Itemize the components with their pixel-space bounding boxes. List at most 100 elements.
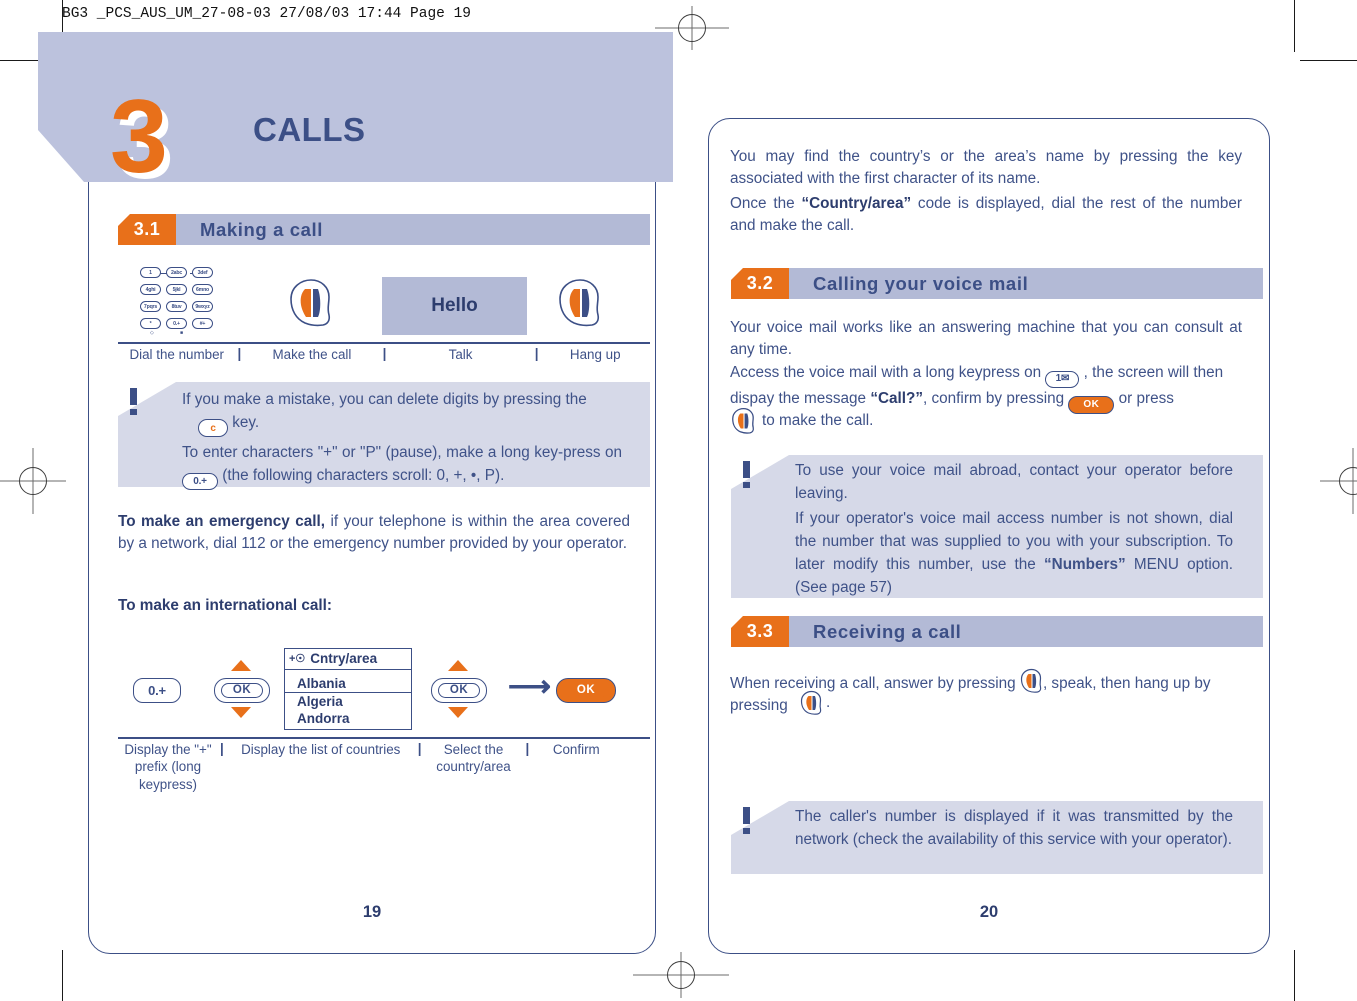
crop-mark-right-vertical: [1294, 0, 1295, 52]
right-intro-p2-a: Once the: [730, 195, 802, 212]
note-2-numbers-bold: “Numbers”: [1044, 555, 1126, 573]
intl-step-strip-labels: Display the "+" prefix (long keypress) |…: [118, 741, 650, 793]
emergency-call-bold: To make an emergency call,: [118, 513, 326, 530]
nav-down-arrow-icon: [448, 707, 468, 718]
country-area-menu-title-text: Cntry/area: [310, 651, 378, 666]
ok-button-2[interactable]: OK: [431, 678, 487, 703]
section-heading-3-2: 3.2 Calling your voice mail: [731, 268, 1263, 299]
voicemail-line2-a: Access the voice mail with a long keypre…: [730, 364, 1046, 381]
chapter-title: CALLS: [253, 111, 366, 148]
receiving-text-c: .: [826, 694, 831, 711]
ok-button-1-label: OK: [220, 682, 264, 699]
note-1-line2-a: To enter characters "+" or "P" (pause), …: [182, 444, 622, 462]
note-2-text: To use your voice mail abroad, contact y…: [795, 460, 1233, 600]
voicemail-paragraph: Your voice mail works like an answering …: [730, 317, 1242, 361]
note-1-line2-b: (the following characters scroll: 0, +, …: [218, 467, 505, 485]
plus-globe-icon: +☉: [289, 653, 306, 665]
intl-step-label-confirm: Confirm: [552, 742, 600, 757]
note-1-line1-b: key.: [228, 413, 260, 431]
zero-plus-key-label: 0.+: [193, 476, 207, 488]
zero-plus-key-button[interactable]: 0.+: [133, 678, 181, 703]
note-1-line1-a: If you make a mistake, you can delete di…: [182, 391, 587, 408]
international-call-heading: To make an international call:: [118, 595, 630, 617]
country-list-item[interactable]: Andorra: [285, 710, 411, 727]
nav-up-arrow-icon: [448, 660, 468, 671]
crop-mark-right-horizontal: [1300, 60, 1357, 61]
voicemail-paragraph-3: to make the call.: [762, 410, 1242, 432]
call-key-icon: [288, 277, 334, 334]
step-separator: |: [525, 741, 530, 756]
section-number-3-2: 3.2: [731, 268, 789, 299]
ok-confirm-button[interactable]: OK: [556, 678, 616, 703]
international-call-heading-text: To make an international call:: [118, 597, 332, 614]
zero-plus-key-icon: 0.+: [182, 473, 218, 491]
step-label-make-call: Make the call: [272, 347, 352, 362]
registration-mark-right: [1320, 448, 1357, 514]
chapter-number: 3: [110, 79, 168, 195]
right-intro-paragraph-1: You may find the country’s or the area’s…: [730, 146, 1242, 190]
receiving-text-a: When receiving a call, answer by pressin…: [730, 675, 1020, 692]
step-label-talk: Talk: [448, 347, 473, 362]
ok-button-2-label: OK: [437, 682, 481, 699]
note-bang-icon: [743, 807, 750, 834]
note-3-text: The caller's number is displayed if it w…: [795, 808, 1233, 848]
crop-mark-right-vertical-bottom: [1294, 950, 1295, 1001]
receiving-call-paragraph-end: .: [826, 692, 1226, 714]
ok-button-1[interactable]: OK: [214, 678, 270, 703]
right-arrow-icon: ⟶: [508, 670, 552, 703]
country-list-item-selected[interactable]: Albania: [285, 675, 411, 693]
registration-mark-bottom: [633, 952, 729, 998]
section-heading-3-1: 3.1 Making a call: [118, 214, 650, 245]
registration-mark-left: [0, 448, 66, 514]
voicemail-call-key-icon: [731, 407, 756, 440]
voicemail-line2-e: to make the call.: [762, 412, 874, 429]
intl-step-strip-rule: [118, 737, 650, 739]
answer-call-key-icon[interactable]: [1020, 668, 1043, 694]
section-number-3-1: 3.1: [118, 214, 176, 245]
screen-hello-text: Hello: [431, 295, 478, 316]
step-label-hang-up: Hang up: [569, 347, 621, 362]
clear-key-label: c: [210, 422, 216, 434]
country-list-item-label: Andorra: [297, 711, 350, 726]
note-bang-icon: [743, 461, 750, 488]
right-page-number-text: 20: [979, 903, 999, 921]
section-title-3-2: Calling your voice mail: [789, 268, 1263, 299]
country-area-menu-title: +☉ Cntry/area: [285, 649, 411, 670]
note-2-line1: To use your voice mail abroad, contact y…: [795, 462, 1233, 502]
voicemail-line1: Your voice mail works like an answering …: [730, 319, 1242, 359]
step-separator: |: [534, 346, 539, 361]
nav-up-arrow-icon: [231, 660, 251, 671]
voicemail-ok-label: OK: [1074, 398, 1109, 411]
note-1-text: If you make a mistake, you can delete di…: [182, 389, 622, 491]
crop-mark-bottom-left-vertical: [62, 950, 63, 1001]
note-bang-icon: [130, 388, 137, 415]
right-intro-paragraph-2: Once the “Country/area” code is displaye…: [730, 193, 1242, 237]
phone-screen-hello: Hello: [382, 277, 527, 335]
country-list-item-label: Albania: [297, 676, 346, 691]
intl-step-label-list: Display the list of countries: [241, 742, 401, 757]
step-separator: |: [237, 346, 242, 361]
step-separator: |: [417, 741, 422, 756]
country-list-item[interactable]: Algeria: [285, 693, 411, 710]
section-number-3-3: 3.3: [731, 616, 789, 647]
zero-plus-key-button-label: 0.+: [148, 683, 166, 698]
clear-key-icon: c: [198, 419, 228, 438]
intl-step-label-prefix: Display the "+" prefix (long keypress): [124, 742, 212, 792]
step-strip-labels: Dial the number | Make the call | Talk |…: [118, 346, 650, 363]
left-page-number: 19: [88, 903, 656, 922]
country-list-item-label: Algeria: [297, 694, 343, 709]
step-separator: |: [220, 741, 224, 756]
right-intro-p1-text: You may find the country’s or the area’s…: [730, 148, 1242, 188]
call-key-icon: [557, 277, 603, 334]
section-title-3-1: Making a call: [176, 214, 650, 245]
voicemail-key-icon[interactable]: 1✉: [1045, 370, 1080, 388]
left-page-number-text: 19: [362, 903, 382, 921]
voicemail-paragraph-2: Access the voice mail with a long keypre…: [730, 362, 1246, 414]
section-heading-3-3: 3.3 Receiving a call: [731, 616, 1263, 647]
right-page-number: 20: [708, 903, 1270, 922]
step-strip-rule: [118, 342, 650, 344]
hangup-call-key-icon[interactable]: [800, 690, 823, 721]
country-area-menu: +☉ Cntry/area Albania Algeria Andorra: [284, 648, 412, 730]
step-label-dial: Dial the number: [129, 347, 224, 362]
step-separator: |: [382, 346, 387, 361]
